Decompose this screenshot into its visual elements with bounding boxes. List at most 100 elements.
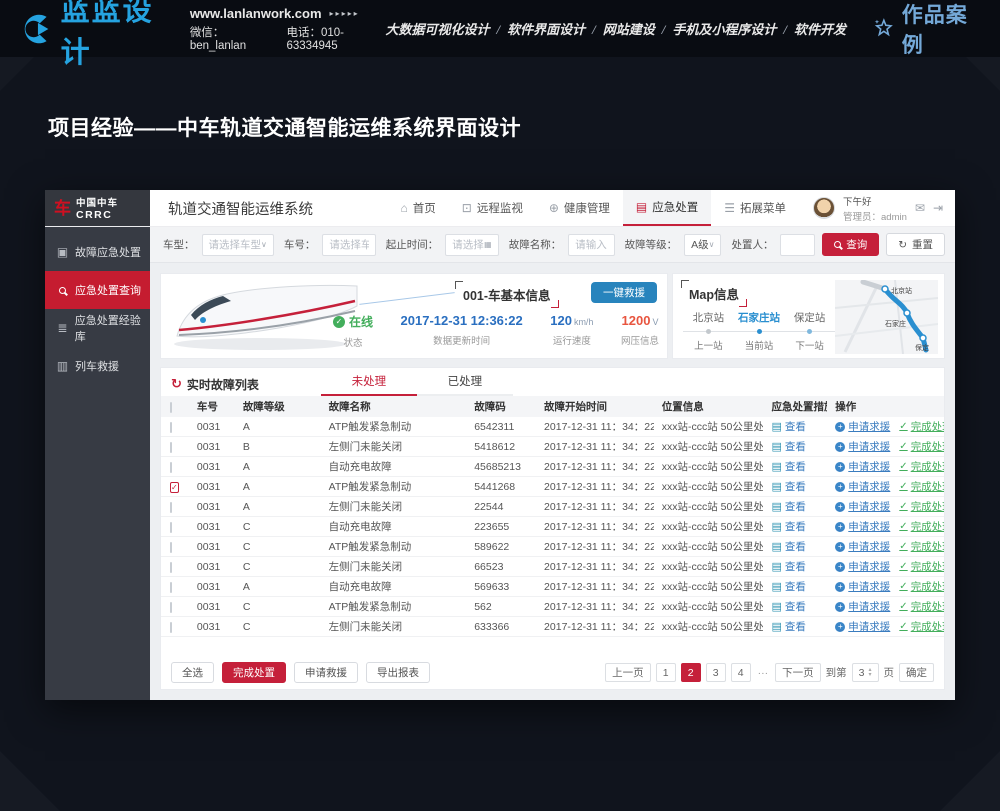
station: 保定站下一站 [784, 310, 835, 352]
complete-link[interactable]: ✓完成处理 [899, 459, 944, 474]
cell-location: xxx站-ccc站 50公里处 [654, 619, 764, 634]
sidebar-item-emergency-query[interactable]: 应急处置查询 [45, 271, 150, 309]
complete-label: 完成处理 [911, 619, 944, 634]
export-report-button[interactable]: 导出报表 [366, 662, 430, 683]
avatar[interactable] [813, 197, 835, 219]
page-number-3[interactable]: 3 [706, 663, 726, 682]
cell-location: xxx站-ccc站 50公里处 [654, 459, 764, 474]
apply-rescue-link[interactable]: +申请求援 [835, 599, 890, 614]
apply-rescue-link[interactable]: +申请求援 [835, 619, 890, 634]
complete-link[interactable]: ✓完成处理 [899, 519, 944, 534]
row-checkbox[interactable] [170, 542, 172, 553]
apply-rescue-link[interactable]: +申请求援 [835, 519, 890, 534]
lanlan-logo[interactable]: 蓝蓝设计 [18, 0, 174, 71]
page-jump-input[interactable]: 3▴▾ [852, 663, 879, 682]
tab-emergency[interactable]: ▤应急处置 [623, 190, 711, 226]
view-link[interactable]: ▤查看 [771, 519, 805, 534]
sidebar-item-fault-emergency[interactable]: ▣故障应急处置 [45, 233, 150, 271]
confirm-button[interactable]: 确定 [899, 663, 934, 682]
apply-rescue-link[interactable]: +申请求援 [835, 439, 890, 454]
page-number-1[interactable]: 1 [656, 663, 676, 682]
check-icon: ✓ [899, 621, 907, 632]
row-checkbox[interactable] [170, 602, 172, 613]
view-link[interactable]: ▤查看 [771, 619, 805, 634]
complete-link[interactable]: ✓完成处理 [899, 499, 944, 514]
sidebar-item-train-rescue[interactable]: ▥列车救援 [45, 347, 150, 385]
complete-handle-button[interactable]: 完成处置 [222, 662, 286, 683]
row-checkbox[interactable] [170, 582, 172, 593]
select-all-checkbox[interactable] [170, 402, 172, 413]
apply-rescue-link[interactable]: +申请求援 [835, 559, 890, 574]
tab-remote-monitor[interactable]: ⊡远程监视 [449, 190, 536, 226]
tab-已处理[interactable]: 已处理 [417, 373, 513, 396]
view-link[interactable]: ▤查看 [771, 419, 805, 434]
page-number-2[interactable]: 2 [681, 663, 701, 682]
apply-rescue-link[interactable]: +申请求援 [835, 459, 890, 474]
sidebar-item-experience-lib[interactable]: ≣应急处置经验库 [45, 309, 150, 347]
view-link[interactable]: ▤查看 [771, 459, 805, 474]
row-checkbox[interactable] [170, 622, 172, 633]
row-checkbox[interactable] [170, 422, 172, 433]
apply-rescue-link[interactable]: +申请求援 [835, 579, 890, 594]
view-link[interactable]: ▤查看 [771, 579, 805, 594]
one-key-rescue-button[interactable]: 一键救援 [591, 282, 657, 303]
row-checkbox[interactable]: ✓ [170, 482, 179, 493]
complete-link[interactable]: ✓完成处理 [899, 419, 944, 434]
table-row: 0031A自动充电故障5696332017-12-31 11：34：22xxx站… [161, 577, 944, 597]
refresh-icon: ↻ [171, 376, 182, 392]
apply-rescue-link[interactable]: +申请求援 [835, 539, 890, 554]
mail-icon[interactable]: ✉ [915, 201, 925, 215]
tab-expand-menu[interactable]: ☰拓展菜单 [711, 190, 799, 226]
search-button[interactable]: 查询 [822, 233, 879, 256]
site-url[interactable]: www.lanlanwork.com [190, 6, 322, 21]
complete-link[interactable]: ✓完成处理 [899, 599, 944, 614]
view-link[interactable]: ▤查看 [771, 499, 805, 514]
complete-link[interactable]: ✓ 完成处理 [899, 619, 944, 634]
cell-fault-level: C [235, 561, 321, 573]
tab-未处理[interactable]: 未处理 [321, 373, 417, 396]
next-page-button[interactable]: 下一页 [775, 663, 821, 682]
apply-rescue-link[interactable]: +申请求援 [835, 479, 890, 494]
complete-link[interactable]: ✓完成处理 [899, 479, 944, 494]
train-type-select[interactable]: 请选择车型∨ [202, 234, 274, 256]
fault-name-input[interactable] [575, 239, 607, 251]
apply-rescue-link[interactable]: +申请求援 [835, 419, 890, 434]
cell-fault-code: 633366 [466, 621, 536, 633]
row-checkbox[interactable] [170, 502, 172, 513]
cell-guide: ▤查看 [763, 419, 827, 434]
prev-page-button[interactable]: 上一页 [605, 663, 651, 682]
stat-speed: 120km/h 运行速度 [550, 313, 593, 349]
reset-button[interactable]: ↻ 重置 [886, 233, 945, 256]
row-checkbox[interactable] [170, 442, 172, 453]
view-link[interactable]: ▤查看 [771, 439, 805, 454]
fault-level-select[interactable]: A级∨ [684, 234, 721, 256]
cell-fault-name: 自动充电故障 [321, 579, 467, 594]
view-link[interactable]: ▤查看 [771, 559, 805, 574]
handler-input[interactable] [787, 239, 808, 251]
complete-label: 完成处理 [911, 519, 944, 534]
view-link[interactable]: ▤查看 [771, 479, 805, 494]
logout-icon[interactable]: ⇥ [933, 201, 943, 215]
page-number-4[interactable]: 4 [731, 663, 751, 682]
row-checkbox[interactable] [170, 562, 172, 573]
apply-rescue-button[interactable]: 申请救援 [294, 662, 358, 683]
tab-health[interactable]: ⊕健康管理 [536, 190, 623, 226]
view-link[interactable]: ▤查看 [771, 539, 805, 554]
complete-link[interactable]: ✓完成处理 [899, 539, 944, 554]
complete-link[interactable]: ✓完成处理 [899, 579, 944, 594]
cell-location: xxx站-ccc站 50公里处 [654, 559, 764, 574]
row-checkbox[interactable] [170, 462, 172, 473]
cell-fault-name: ATP触发紧急制动 [321, 539, 467, 554]
train-no-input[interactable] [329, 239, 368, 251]
apply-rescue-link[interactable]: +申请求援 [835, 499, 890, 514]
train-no-field [322, 234, 375, 256]
complete-link[interactable]: ✓完成处理 [899, 439, 944, 454]
tab-home[interactable]: ⌂首页 [388, 190, 449, 226]
map-thumbnail[interactable]: 北京站 石家庄 保定 [835, 280, 938, 354]
row-checkbox[interactable] [170, 522, 172, 533]
complete-link[interactable]: ✓完成处理 [899, 559, 944, 574]
view-link[interactable]: ▤查看 [771, 599, 805, 614]
select-all-button[interactable]: 全选 [171, 662, 214, 683]
portfolio-cases[interactable]: 作品案例 [872, 0, 982, 59]
time-range-picker[interactable]: 请选择▦ [445, 234, 498, 256]
